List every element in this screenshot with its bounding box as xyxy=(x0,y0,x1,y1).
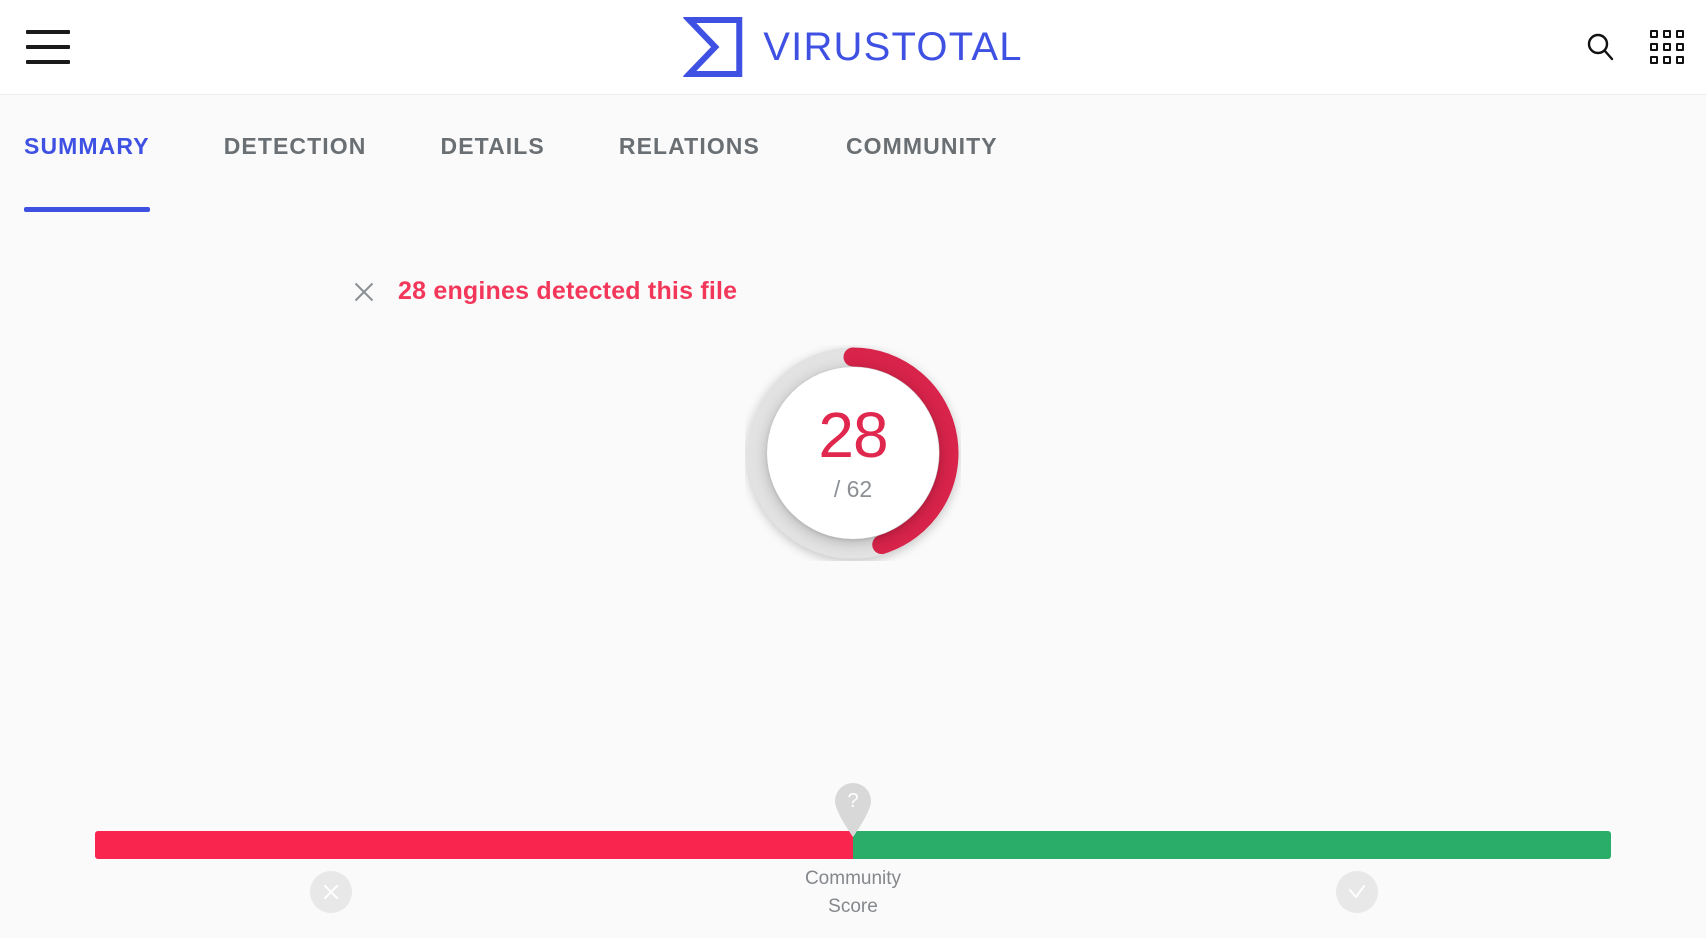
hamburger-bar xyxy=(26,30,70,34)
brand-title: VIRUSTOTAL xyxy=(763,24,1023,69)
question-mark-glyph: ? xyxy=(847,790,859,812)
virustotal-sigma-logo-icon xyxy=(683,16,745,78)
apps-grid-cell xyxy=(1663,56,1671,64)
detection-count: 28 xyxy=(818,399,888,471)
apps-grid-cell xyxy=(1676,56,1684,64)
community-score-label-line2: Score xyxy=(828,895,878,917)
detection-total: / 62 xyxy=(833,476,873,502)
header-actions xyxy=(1584,30,1684,64)
apps-grid-cell xyxy=(1650,30,1658,38)
apps-grid-cell xyxy=(1676,43,1684,51)
hamburger-bar xyxy=(26,45,70,49)
tab-detection[interactable]: DETECTION xyxy=(224,123,367,160)
tab-summary[interactable]: SUMMARY xyxy=(24,123,150,212)
apps-grid-cell xyxy=(1650,56,1658,64)
close-x-icon[interactable] xyxy=(352,280,376,304)
tab-details[interactable]: DETAILS xyxy=(440,123,544,160)
top-header-bar: VIRUSTOTAL xyxy=(0,0,1706,95)
community-score-label-line1: Community xyxy=(804,868,902,889)
detection-alert-message: 28 engines detected this file xyxy=(398,277,738,305)
apps-grid-cell xyxy=(1676,30,1684,38)
search-icon[interactable] xyxy=(1584,31,1616,63)
community-score-section: ? Community Score xyxy=(0,783,1706,917)
hamburger-bar xyxy=(26,60,70,64)
community-score-label: Community Score xyxy=(0,865,1706,920)
tab-relations[interactable]: RELATIONS xyxy=(619,123,760,160)
apps-grid-cell xyxy=(1650,43,1658,51)
detection-gauge: 28 / 62 xyxy=(745,345,961,561)
apps-grid-cell xyxy=(1663,43,1671,51)
question-pin-icon[interactable]: ? xyxy=(832,781,874,837)
detection-alert: 28 engines detected this file xyxy=(352,277,737,306)
tab-community[interactable]: COMMUNITY xyxy=(846,123,998,160)
community-score-positive xyxy=(853,831,1611,859)
apps-grid-icon[interactable] xyxy=(1650,30,1684,64)
summary-panel: 28 engines detected this file 28 / 62 ? … xyxy=(0,217,1706,938)
tab-bar: SUMMARY DETECTION DETAILS RELATIONS COMM… xyxy=(0,95,1706,217)
apps-grid-cell xyxy=(1663,30,1671,38)
detection-gauge-center: 28 / 62 xyxy=(767,367,939,539)
hamburger-menu-icon[interactable] xyxy=(26,30,70,64)
community-score-negative xyxy=(95,831,853,859)
virustotal-logo[interactable]: VIRUSTOTAL xyxy=(683,16,1022,78)
